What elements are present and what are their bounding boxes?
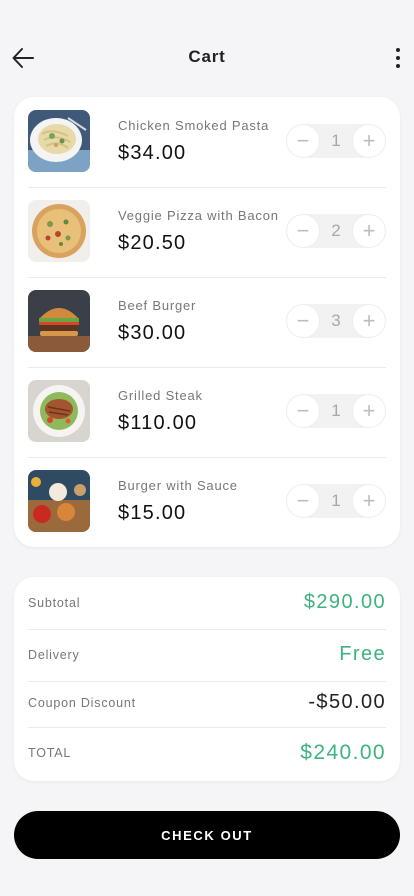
quantity-value: 1 bbox=[331, 131, 341, 150]
decrease-quantity-button[interactable]: − bbox=[286, 394, 320, 428]
decrease-quantity-button[interactable]: − bbox=[286, 124, 320, 158]
quantity-value: 3 bbox=[331, 311, 341, 330]
minus-icon: − bbox=[296, 308, 310, 333]
quantity-stepper: − 1 + bbox=[286, 124, 386, 158]
coupon-label: Coupon Discount bbox=[28, 696, 136, 710]
coupon-row: Coupon Discount -$50.00 bbox=[28, 681, 386, 727]
decrease-quantity-button[interactable]: − bbox=[286, 214, 320, 248]
cart-item: Grilled Steak $110.00 − 1 + bbox=[28, 367, 386, 457]
quantity-stepper: − 1 + bbox=[286, 484, 386, 518]
divider bbox=[28, 629, 386, 630]
plus-icon: + bbox=[362, 398, 376, 423]
pasta-image bbox=[28, 110, 90, 172]
increase-quantity-button[interactable]: + bbox=[352, 484, 386, 518]
cart-item: Veggie Pizza with Bacon $20.50 − 2 + bbox=[28, 187, 386, 277]
increase-quantity-button[interactable]: + bbox=[352, 124, 386, 158]
cart-item: Beef Burger $30.00 − 3 + bbox=[28, 277, 386, 367]
item-name: Veggie Pizza with Bacon bbox=[118, 208, 279, 223]
total-label: TOTAL bbox=[28, 746, 72, 760]
item-name: Beef Burger bbox=[118, 298, 197, 313]
burger-image bbox=[28, 290, 90, 352]
minus-icon: − bbox=[296, 218, 310, 243]
steak-image bbox=[28, 380, 90, 442]
divider bbox=[28, 187, 386, 188]
minus-icon: − bbox=[296, 398, 310, 423]
item-price: $110.00 bbox=[118, 412, 198, 434]
divider bbox=[28, 681, 386, 682]
item-name: Burger with Sauce bbox=[118, 478, 238, 493]
more-options-button[interactable] bbox=[390, 44, 406, 72]
page-title: Cart bbox=[188, 47, 226, 66]
item-name: Grilled Steak bbox=[118, 388, 203, 403]
decrease-quantity-button[interactable]: − bbox=[286, 304, 320, 338]
cart-item: Burger with Sauce $15.00 − 1 + bbox=[28, 457, 386, 547]
cart-item: Chicken Smoked Pasta $34.00 − 1 + bbox=[28, 97, 386, 187]
quantity-stepper: − 1 + bbox=[286, 394, 386, 428]
item-price: $20.50 bbox=[118, 232, 187, 254]
plus-icon: + bbox=[362, 128, 376, 153]
plus-icon: + bbox=[362, 488, 376, 513]
increase-quantity-button[interactable]: + bbox=[352, 214, 386, 248]
delivery-value: Free bbox=[339, 643, 386, 665]
quantity-value: 1 bbox=[331, 491, 341, 510]
plus-icon: + bbox=[362, 218, 376, 243]
divider bbox=[28, 367, 386, 368]
decrease-quantity-button[interactable]: − bbox=[286, 484, 320, 518]
coupon-value: -$50.00 bbox=[308, 691, 386, 713]
plus-icon: + bbox=[362, 308, 376, 333]
subtotal-label: Subtotal bbox=[28, 596, 81, 610]
delivery-row: Delivery Free bbox=[28, 629, 386, 681]
quantity-stepper: − 3 + bbox=[286, 304, 386, 338]
cart-items-card: Chicken Smoked Pasta $34.00 − 1 + Veggie… bbox=[14, 97, 400, 547]
delivery-label: Delivery bbox=[28, 648, 80, 662]
subtotal-row: Subtotal $290.00 bbox=[28, 577, 386, 629]
divider bbox=[28, 457, 386, 458]
divider bbox=[28, 277, 386, 278]
divider bbox=[28, 727, 386, 728]
item-price: $30.00 bbox=[118, 322, 187, 344]
order-summary-card: Subtotal $290.00 Delivery Free Coupon Di… bbox=[14, 577, 400, 781]
subtotal-value: $290.00 bbox=[303, 591, 386, 613]
app-header: Cart bbox=[0, 0, 414, 100]
burger-with-sauce-image bbox=[28, 470, 90, 532]
quantity-stepper: − 2 + bbox=[286, 214, 386, 248]
increase-quantity-button[interactable]: + bbox=[352, 304, 386, 338]
minus-icon: − bbox=[296, 488, 310, 513]
quantity-value: 1 bbox=[331, 401, 341, 420]
checkout-button[interactable]: CHECK OUT bbox=[14, 811, 400, 859]
increase-quantity-button[interactable]: + bbox=[352, 394, 386, 428]
item-name: Chicken Smoked Pasta bbox=[118, 118, 270, 133]
total-row: TOTAL $240.00 bbox=[28, 727, 386, 779]
item-price: $15.00 bbox=[118, 502, 187, 524]
item-price: $34.00 bbox=[118, 142, 187, 164]
pizza-image bbox=[28, 200, 90, 262]
minus-icon: − bbox=[296, 128, 310, 153]
total-value: $240.00 bbox=[300, 741, 386, 764]
more-vertical-icon bbox=[396, 48, 400, 52]
quantity-value: 2 bbox=[331, 221, 341, 240]
